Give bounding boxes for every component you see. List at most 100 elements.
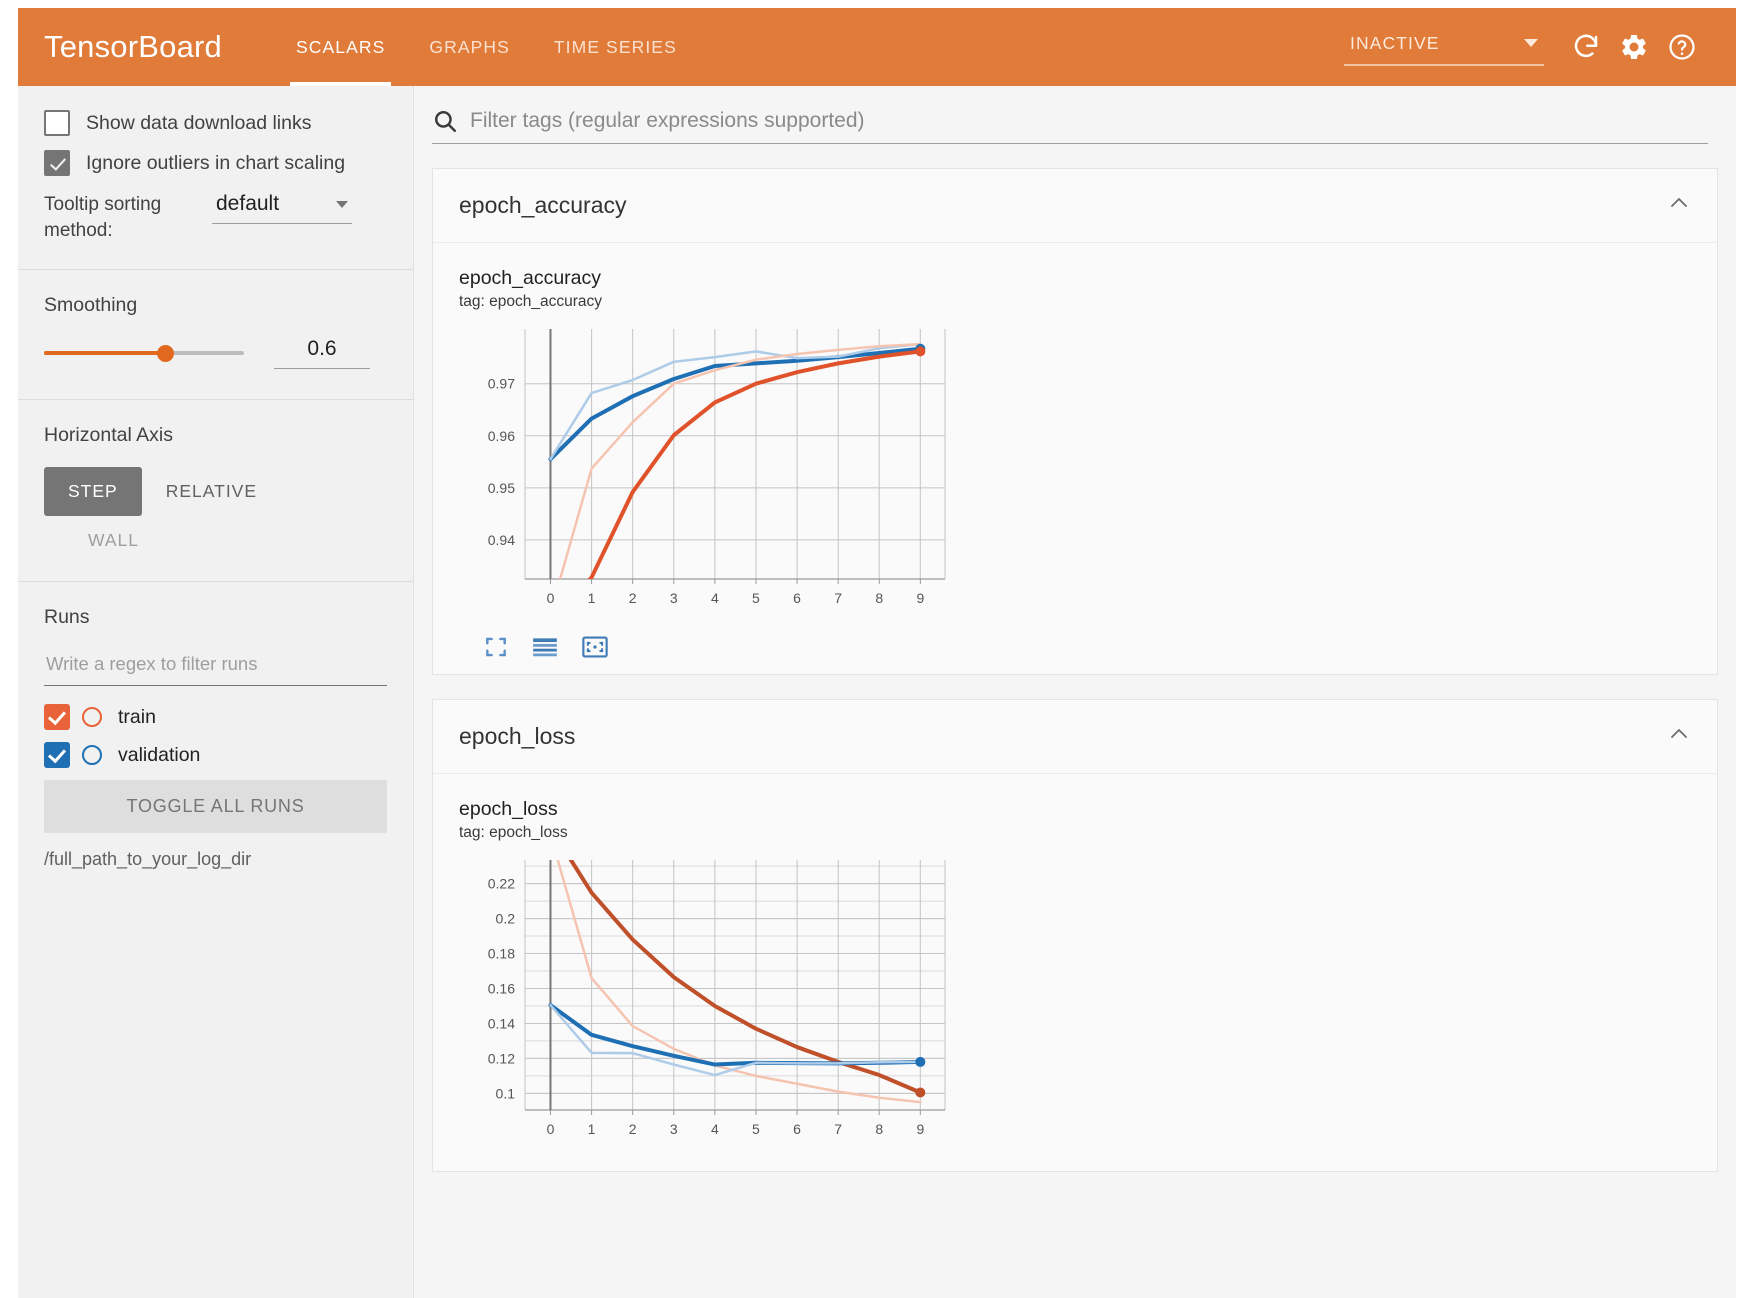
fullscreen-icon[interactable] [483, 634, 509, 660]
svg-text:9: 9 [916, 590, 924, 606]
smoothing-row: 0.6 [18, 337, 413, 370]
chevron-up-icon[interactable] [1667, 191, 1691, 220]
svg-text:8: 8 [875, 1121, 883, 1137]
tab-time-series[interactable]: TIME SERIES [532, 8, 699, 86]
tab-graphs[interactable]: GRAPHS [407, 8, 532, 86]
tensorboard-app: TensorBoard SCALARS GRAPHS TIME SERIES I… [0, 0, 1754, 1298]
svg-text:5: 5 [752, 590, 760, 606]
horizontal-axis-label: Horizontal Axis [44, 424, 173, 447]
svg-text:1: 1 [588, 1121, 596, 1137]
fit-domain-icon[interactable] [581, 634, 609, 660]
data-table-icon[interactable] [531, 634, 559, 660]
runs-label: Runs [44, 606, 90, 629]
tag-filter-input[interactable]: Filter tags (regular expressions support… [432, 108, 1708, 144]
divider [18, 581, 413, 583]
svg-text:2: 2 [629, 1121, 637, 1137]
slider-fill [44, 351, 164, 356]
tab-time-series-label: TIME SERIES [553, 36, 677, 57]
svg-text:0.96: 0.96 [488, 428, 515, 444]
plot-epoch-loss[interactable]: 0.22 0.2 0.18 0.16 0.14 0.12 0.1 0 1 2 3 4 5 6 7 8 9 [459, 852, 1691, 1157]
run-item-train[interactable]: train [44, 704, 387, 731]
top-bar-actions: INACTIVE [1344, 23, 1710, 71]
axis-option-wall-label: WALL [88, 530, 140, 551]
runs-filter-input[interactable]: Write a regex to filter runs [44, 649, 387, 687]
card-title: epoch_accuracy [459, 192, 627, 218]
svg-text:0: 0 [547, 590, 555, 606]
tab-scalars-label: SCALARS [295, 36, 386, 57]
tooltip-sorting-label: Tooltip sorting method: [44, 194, 162, 241]
main-content: Filter tags (regular expressions support… [414, 86, 1736, 1298]
chart-tag: tag: epoch_accuracy [459, 293, 603, 310]
smoothing-label: Smoothing [44, 294, 138, 317]
svg-text:0.95: 0.95 [488, 480, 515, 496]
checkbox-ignore-outliers[interactable]: Ignore outliers in chart scaling [44, 150, 387, 176]
svg-text:4: 4 [711, 590, 719, 606]
svg-text:8: 8 [875, 590, 883, 606]
smoothing-slider[interactable] [44, 342, 244, 364]
svg-text:0.1: 0.1 [496, 1085, 516, 1101]
svg-text:0.2: 0.2 [496, 911, 516, 927]
horizontal-axis-options: STEP RELATIVE [44, 467, 387, 517]
tooltip-sorting-row: Tooltip sorting method: default [44, 192, 387, 243]
chevron-down-icon [336, 200, 348, 208]
app-brand: TensorBoard [44, 29, 222, 64]
runs-section: Runs Write a regex to filter runs train … [18, 606, 413, 870]
tag-filter-bar: Filter tags (regular expressions support… [414, 86, 1736, 144]
run-name: validation [118, 743, 201, 766]
svg-text:7: 7 [834, 590, 842, 606]
svg-text:0.94: 0.94 [488, 532, 515, 548]
slider-thumb[interactable] [157, 345, 174, 363]
checkbox-label: Show data download links [86, 111, 312, 134]
card-header-epoch-loss[interactable]: epoch_loss [433, 700, 1717, 774]
svg-text:6: 6 [793, 1121, 801, 1137]
card-epoch-loss: epoch_loss epoch_loss tag: epoch_loss 0.… [432, 699, 1718, 1172]
svg-text:0.12: 0.12 [488, 1050, 515, 1066]
axis-option-wall[interactable]: WALL [88, 530, 387, 551]
checkbox-show-download-links[interactable]: Show data download links [44, 110, 387, 136]
svg-text:2: 2 [629, 590, 637, 606]
gear-icon[interactable] [1610, 23, 1658, 71]
svg-text:3: 3 [670, 590, 678, 606]
run-checkbox[interactable] [44, 704, 70, 731]
card-title: epoch_loss [459, 723, 576, 749]
chart-title: epoch_loss [459, 798, 558, 820]
svg-text:0.18: 0.18 [488, 946, 515, 962]
help-icon[interactable] [1658, 23, 1706, 71]
card-header-epoch-accuracy[interactable]: epoch_accuracy [433, 169, 1717, 243]
horizontal-axis-section: Horizontal Axis STEP RELATIVE WALL [18, 424, 413, 551]
run-status-selector[interactable]: INACTIVE [1344, 29, 1544, 66]
sidebar: Show data download links Ignore outliers… [18, 86, 414, 1298]
chart-title: epoch_accuracy [459, 267, 602, 289]
svg-text:0.14: 0.14 [488, 1016, 515, 1032]
chart-area-epoch-accuracy: epoch_accuracy tag: epoch_accuracy 0.94 0… [433, 243, 1717, 674]
run-checkbox[interactable] [44, 742, 70, 769]
svg-text:5: 5 [752, 1121, 760, 1137]
svg-text:4: 4 [711, 1121, 719, 1137]
axis-option-relative[interactable]: RELATIVE [142, 467, 281, 516]
checkbox-label: Ignore outliers in chart scaling [86, 151, 346, 174]
run-color-swatch [82, 745, 102, 766]
svg-text:0.16: 0.16 [488, 981, 515, 997]
plot-epoch-accuracy[interactable]: 0.94 0.95 0.96 0.97 0 1 2 3 4 5 6 7 8 9 [459, 321, 1691, 626]
tab-graphs-label: GRAPHS [429, 36, 510, 57]
toggle-all-runs-button[interactable]: TOGGLE ALL RUNS [44, 780, 387, 834]
svg-text:9: 9 [916, 1121, 924, 1137]
svg-text:0.97: 0.97 [488, 376, 515, 392]
data-table-glyph [533, 638, 557, 657]
chevron-down-icon [1524, 39, 1538, 47]
chart-tag: tag: epoch_loss [459, 824, 568, 841]
divider [18, 269, 413, 271]
app-body: Show data download links Ignore outliers… [18, 86, 1736, 1298]
sidebar-options: Show data download links Ignore outliers… [18, 110, 413, 243]
tab-scalars[interactable]: SCALARS [274, 8, 407, 86]
nav-tabs: SCALARS GRAPHS TIME SERIES [274, 8, 699, 86]
smoothing-section: Smoothing [18, 294, 413, 317]
chevron-up-icon[interactable] [1667, 722, 1691, 751]
divider [18, 399, 413, 401]
run-item-validation[interactable]: validation [44, 742, 387, 769]
axis-option-step[interactable]: STEP [44, 467, 142, 517]
refresh-icon[interactable] [1562, 23, 1610, 71]
smoothing-value-input[interactable]: 0.6 [274, 337, 370, 370]
svg-text:7: 7 [834, 1121, 842, 1137]
tooltip-sorting-select[interactable]: default [212, 192, 352, 224]
